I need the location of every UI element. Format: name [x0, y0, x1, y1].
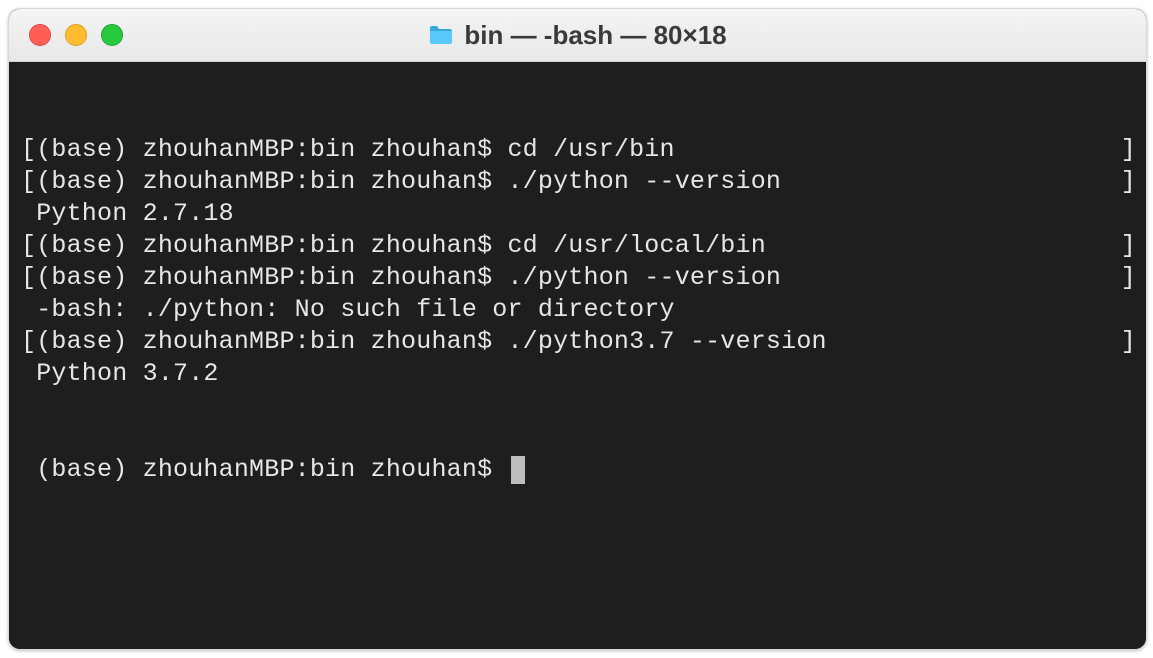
traffic-lights — [29, 24, 123, 46]
line-end-bracket: ] — [1121, 230, 1142, 262]
title-center: bin — -bash — 80×18 — [9, 20, 1146, 51]
cursor-block — [511, 456, 525, 484]
terminal-window: bin — -bash — 80×18 [(base) zhouhanMBP:b… — [8, 8, 1147, 650]
prompt-row: (base) zhouhanMBP:bin zhouhan$ — [21, 454, 1142, 486]
line-end-bracket: ] — [1121, 326, 1142, 358]
terminal-text: [(base) zhouhanMBP:bin zhouhan$ ./python… — [21, 262, 781, 294]
terminal-line: [(base) zhouhanMBP:bin zhouhan$ cd /usr/… — [21, 134, 1142, 166]
terminal-line: Python 2.7.18 — [21, 198, 1142, 230]
terminal-text: Python 3.7.2 — [21, 358, 219, 390]
terminal-text: [(base) zhouhanMBP:bin zhouhan$ ./python… — [21, 166, 781, 198]
terminal-body[interactable]: [(base) zhouhanMBP:bin zhouhan$ cd /usr/… — [9, 62, 1146, 649]
line-end-bracket: ] — [1121, 262, 1142, 294]
terminal-line: [(base) zhouhanMBP:bin zhouhan$ ./python… — [21, 326, 1142, 358]
terminal-line: [(base) zhouhanMBP:bin zhouhan$ ./python… — [21, 262, 1142, 294]
terminal-line: Python 3.7.2 — [21, 358, 1142, 390]
terminal-text: -bash: ./python: No such file or directo… — [21, 294, 675, 326]
terminal-text: [(base) zhouhanMBP:bin zhouhan$ cd /usr/… — [21, 230, 766, 262]
line-end-bracket: ] — [1121, 166, 1142, 198]
titlebar[interactable]: bin — -bash — 80×18 — [9, 9, 1146, 62]
folder-icon — [428, 24, 454, 46]
terminal-line: -bash: ./python: No such file or directo… — [21, 294, 1142, 326]
line-end-bracket: ] — [1121, 134, 1142, 166]
terminal-text: [(base) zhouhanMBP:bin zhouhan$ cd /usr/… — [21, 134, 675, 166]
terminal-line: [(base) zhouhanMBP:bin zhouhan$ cd /usr/… — [21, 230, 1142, 262]
terminal-line: [(base) zhouhanMBP:bin zhouhan$ ./python… — [21, 166, 1142, 198]
window-title: bin — -bash — 80×18 — [464, 20, 726, 51]
current-prompt: (base) zhouhanMBP:bin zhouhan$ — [21, 454, 507, 486]
zoom-icon[interactable] — [101, 24, 123, 46]
minimize-icon[interactable] — [65, 24, 87, 46]
terminal-text: Python 2.7.18 — [21, 198, 234, 230]
terminal-text: [(base) zhouhanMBP:bin zhouhan$ ./python… — [21, 326, 827, 358]
close-icon[interactable] — [29, 24, 51, 46]
